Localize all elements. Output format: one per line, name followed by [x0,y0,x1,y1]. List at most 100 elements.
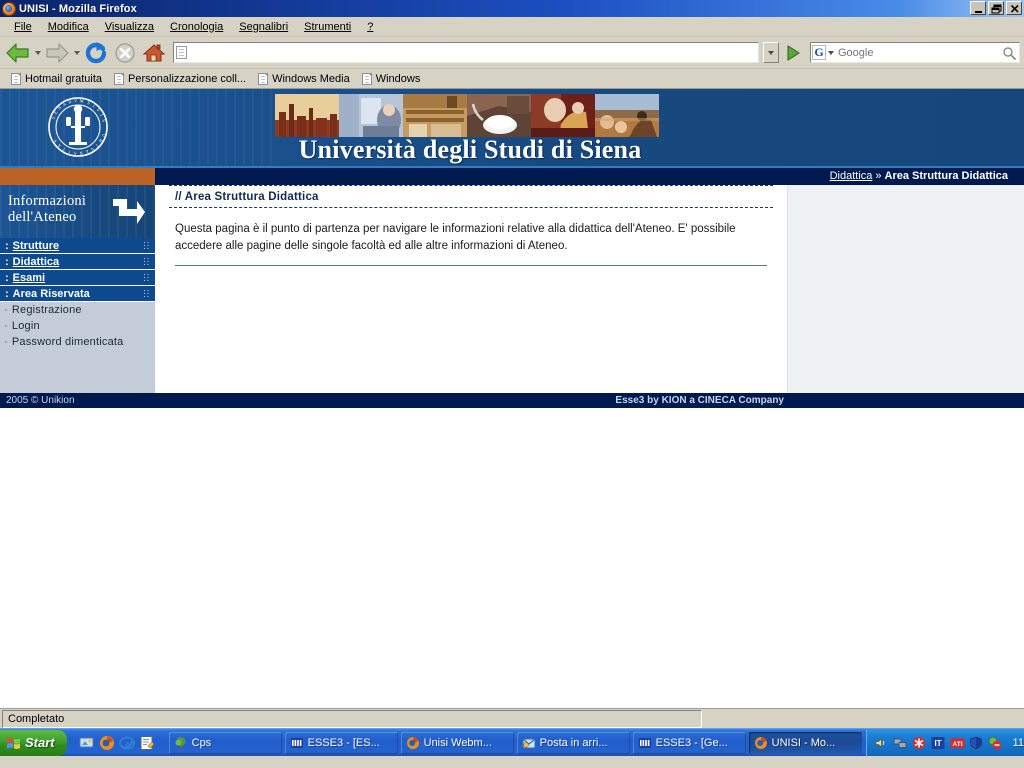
navigation-toolbar: G [0,37,1024,69]
divider-bottom [175,265,767,266]
forward-dropdown-icon [72,39,81,67]
menu-file[interactable]: File [6,19,40,35]
search-bar[interactable]: G [810,42,1020,63]
sidebar-marker: : [5,271,9,284]
show-desktop-icon[interactable] [79,734,96,751]
taskbar-buttons: Cps ESSE3 - [ES... Unisi Webm... Posta i… [169,731,862,754]
firefox-icon[interactable] [99,734,116,751]
taskbar-button-esse3-es[interactable]: ESSE3 - [ES... [285,732,398,754]
sidebar-subitem-login[interactable]: · Login [0,318,155,334]
bookmark-windows[interactable]: Windows [357,72,426,86]
system-tray: IT ATI 11.03 [865,729,1024,756]
browser-statusbar: Completato [0,708,1024,728]
search-icon[interactable] [1000,44,1018,62]
page-body: Informazioni dell'Ateneo : Strutture : D… [0,185,1024,393]
breadcrumb-current: Area Struttura Didattica [884,170,1008,182]
svg-text:S: S [101,119,107,123]
taskbar-button-cps[interactable]: Cps [169,732,282,754]
home-button[interactable] [140,39,168,67]
internet-explorer-icon[interactable]: e [119,734,136,751]
sidebar-item-strutture[interactable]: : Strutture [0,238,155,254]
bookmark-personalizzazione[interactable]: Personalizzazione coll... [109,72,251,86]
stop-button [111,39,139,67]
sidebar-item-esami[interactable]: : Esami [0,270,155,286]
menu-help[interactable]: ? [359,19,381,35]
breadcrumb-separator: » [875,170,882,182]
red-asterisk-icon[interactable] [912,735,927,750]
back-button[interactable] [4,39,32,67]
photo-library [403,94,467,137]
taskbar-button-unisi-webmail[interactable]: Unisi Webm... [401,732,514,754]
close-button[interactable] [1006,1,1022,15]
menu-visualizza[interactable]: Visualizza [97,19,162,35]
sidebar-subitem-label: Login [11,320,40,332]
bookmark-windows-media[interactable]: Windows Media [253,72,355,86]
svg-text:IT: IT [935,739,942,748]
language-it-icon[interactable]: IT [931,735,946,750]
sidebar-item-area-riservata[interactable]: : Area Riservata [0,286,155,302]
svg-text:V: V [100,133,106,138]
notepad-icon[interactable] [139,734,156,751]
taskbar-button-esse3-ge[interactable]: ESSE3 - [Ge... [633,732,746,754]
sidebar-item-label: Area Riservata [12,287,90,300]
shield-icon[interactable] [969,735,984,750]
sidebar-orange-cap [0,168,155,185]
bookmarks-toolbar: Hotmail gratuita Personalizzazione coll.… [0,69,1024,89]
photo-graduation-cap [467,94,531,137]
reload-button[interactable] [82,39,110,67]
section-title: // Area Struttura Didattica [175,191,319,203]
bookmark-label: Personalizzazione coll... [128,72,247,85]
menu-cronologia[interactable]: Cronologia [162,19,231,35]
page-icon [176,46,187,59]
tree-icon [174,736,188,750]
windows-flag-icon [6,736,21,750]
sidebar-item-label: Strutture [12,239,60,252]
taskbar-clock[interactable]: 11.03 [1013,737,1024,749]
sidebar-subitem-registrazione[interactable]: · Registrazione [0,302,155,318]
windows-taskbar: Start e Cps ESSE3 - [ES... Unisi Webm...… [0,728,1024,756]
taskbar-button-label: Unisi Webm... [423,736,492,749]
sidebar-marker: : [5,239,9,252]
breadcrumb-link-didattica[interactable]: Didattica [830,170,873,182]
menu-strumenti[interactable]: Strumenti [296,19,359,35]
taskbar-button-posta-in-arrivo[interactable]: Posta in arri... [517,732,630,754]
sidebar-item-didattica[interactable]: : Didattica [0,254,155,270]
taskbar-button-unisi-mozilla[interactable]: UNISI - Mo... [748,731,862,754]
svg-text:I: I [94,143,99,148]
address-bar[interactable] [173,42,759,63]
quick-launch-bar: e [76,734,159,751]
back-dropdown-icon[interactable] [33,39,42,67]
search-input[interactable] [836,45,1000,60]
content-paragraph: Questa pagina è il punto di partenza per… [175,223,736,252]
ati-icon[interactable]: ATI [950,735,965,750]
svg-text:N: N [97,138,103,144]
svg-text:M: M [79,98,84,104]
svg-text:R: R [68,99,72,105]
url-input[interactable] [191,44,756,61]
go-button[interactable] [782,42,804,64]
bookmark-label: Hotmail gratuita [25,72,103,85]
footer-right: Esse3 by KION a CINECA Company [615,395,784,406]
banner-photo-strip [275,94,659,137]
url-dropdown-icon[interactable] [763,42,779,63]
volume-icon[interactable] [874,735,889,750]
blocked-icon[interactable] [988,735,1003,750]
minimize-button[interactable] [970,1,986,15]
svg-text:S: S [50,115,56,120]
bookmark-hotmail[interactable]: Hotmail gratuita [6,72,107,86]
search-engine-dropdown-icon[interactable] [826,45,836,60]
photo-siena-skyline [275,94,339,137]
network-icon[interactable] [893,735,908,750]
svg-text:e: e [125,739,129,748]
svg-text:T: T [61,146,66,152]
window-title: UNISI - Mozilla Firefox [19,2,137,15]
start-button[interactable]: Start [0,729,67,756]
sidebar-subitem-password-dimenticata[interactable]: · Password dimenticata [0,334,155,350]
bookmark-label: Windows [375,72,421,85]
menu-segnalibri[interactable]: Segnalibri [231,19,296,35]
svg-text:A: A [62,101,68,107]
page-blank-area [0,408,1024,708]
menu-modifica[interactable]: Modifica [40,19,97,35]
google-logo-icon[interactable]: G [812,45,826,60]
restore-button[interactable] [988,1,1004,15]
